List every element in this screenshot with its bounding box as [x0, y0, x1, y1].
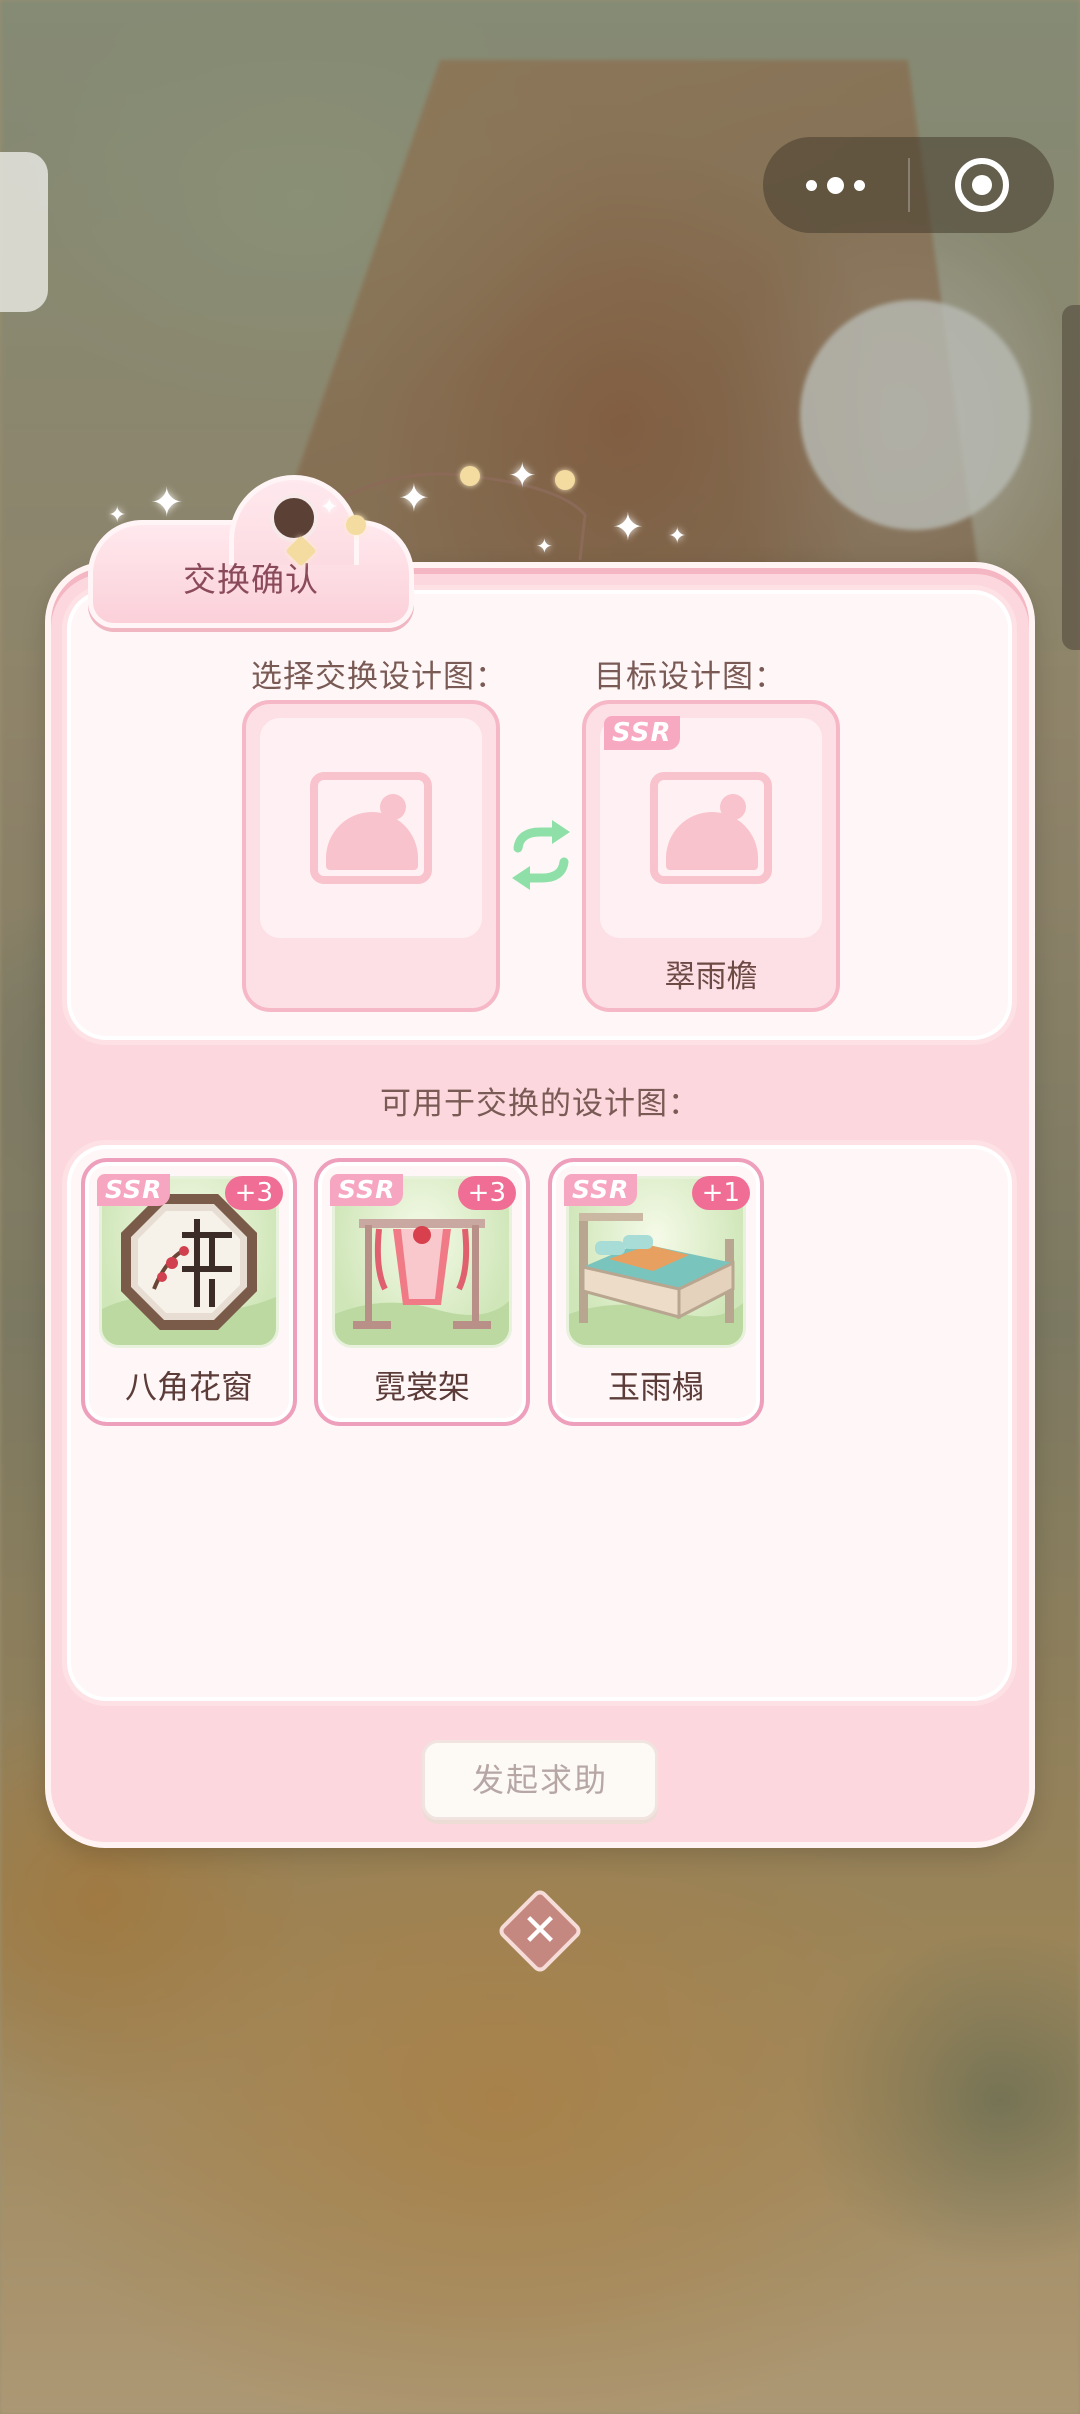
- rarity-badge: SSR: [97, 1174, 171, 1206]
- target-blueprint-label: 目标设计图：: [594, 659, 786, 695]
- blueprint-card[interactable]: SSR +3 霓裳架: [314, 1158, 530, 1426]
- sparkle-icon: ✦: [398, 476, 430, 520]
- sparkle-icon: ✦: [536, 534, 553, 558]
- gold-dot-decoration: [346, 515, 366, 535]
- rarity-badge: SSR: [604, 716, 680, 750]
- sparkle-icon: ✦: [508, 456, 537, 496]
- blueprint-name: 玉雨榻: [607, 1368, 704, 1406]
- blueprint-name: 霓裳架: [373, 1368, 470, 1406]
- more-dot-icon: [854, 179, 865, 191]
- image-placeholder-icon: [310, 772, 432, 884]
- side-tab-right[interactable]: [1062, 305, 1080, 650]
- gold-dot-decoration: [555, 470, 575, 490]
- dialog-title: 交换确认: [183, 560, 319, 599]
- rarity-badge: SSR: [330, 1174, 404, 1206]
- slot-image-area: [600, 718, 822, 938]
- select-blueprint-slot[interactable]: [242, 700, 500, 1012]
- sparkle-icon: ✦: [320, 495, 339, 520]
- count-badge: +3: [457, 1176, 516, 1210]
- blueprint-card[interactable]: SSR +1 玉雨榻: [548, 1158, 764, 1426]
- sparkle-icon: ✦: [108, 503, 127, 528]
- sparkle-icon: ✦: [668, 524, 687, 549]
- blueprint-card[interactable]: SSR +3 八角花窗: [81, 1158, 297, 1426]
- sparkle-icon: ✦: [150, 480, 184, 526]
- blueprint-name: 八角花窗: [124, 1368, 253, 1406]
- side-tab-left[interactable]: [0, 152, 48, 312]
- close-icon: ✕: [521, 1905, 559, 1956]
- exchange-selection-panel: [62, 585, 1017, 1045]
- count-badge: +1: [691, 1176, 750, 1210]
- dialog-title-tab: 交换确认: [88, 475, 414, 628]
- sparkle-icon: ✦: [612, 505, 644, 549]
- miniprogram-capsule: [763, 137, 1054, 233]
- available-blueprints-label: 可用于交换的设计图：: [380, 1086, 700, 1122]
- exit-miniprogram-button[interactable]: [910, 137, 1054, 233]
- target-blueprint-slot[interactable]: SSR 翠雨檐: [582, 700, 840, 1012]
- swap-arrows-icon: [512, 820, 570, 890]
- target-icon: [955, 158, 1009, 212]
- slot-image-area: [260, 718, 482, 938]
- count-badge: +3: [224, 1176, 283, 1210]
- select-blueprint-label: 选择交换设计图：: [251, 659, 507, 695]
- gold-dot-decoration: [460, 466, 480, 486]
- title-emblem-icon: [270, 494, 318, 542]
- request-help-button[interactable]: 发起求助: [422, 1740, 658, 1820]
- more-dot-icon: [806, 179, 817, 191]
- rarity-badge: SSR: [564, 1174, 638, 1206]
- image-placeholder-icon: [650, 772, 772, 884]
- more-menu-button[interactable]: [763, 137, 908, 233]
- target-blueprint-name: 翠雨檐: [664, 959, 758, 995]
- more-dot-icon: [827, 176, 844, 194]
